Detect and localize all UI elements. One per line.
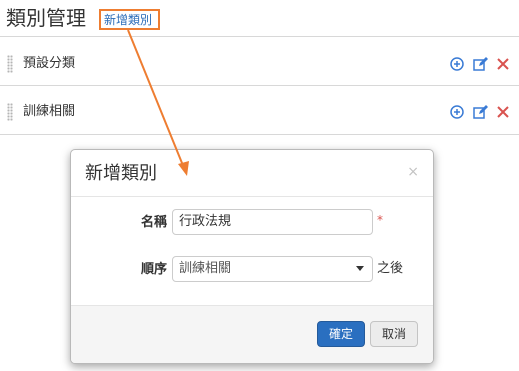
add-icon[interactable] [449, 56, 465, 72]
drag-handle-icon[interactable] [7, 103, 13, 121]
name-input[interactable]: 行政法規 [172, 209, 373, 235]
order-label: 順序 [140, 262, 167, 277]
category-row: 訓練相關 [0, 90, 519, 134]
chevron-down-icon [356, 266, 364, 271]
name-label: 名稱 [140, 215, 167, 230]
category-label: 預設分類 [23, 56, 76, 71]
modal-footer-divider [71, 305, 433, 306]
delete-icon[interactable] [495, 56, 511, 72]
category-row: 預設分類 [0, 42, 519, 86]
header-divider [0, 36, 519, 37]
modal-footer: 確定 取消 [71, 305, 433, 363]
modal-header-divider [71, 196, 433, 197]
order-select[interactable]: 訓練相關 [172, 256, 373, 282]
close-icon[interactable]: × [407, 164, 419, 180]
modal-title: 新增類別 [85, 163, 157, 184]
row-actions [447, 104, 511, 120]
required-marker: * [377, 213, 383, 227]
row-divider [0, 134, 519, 135]
delete-icon[interactable] [495, 104, 511, 120]
add-icon[interactable] [449, 104, 465, 120]
confirm-button[interactable]: 確定 [317, 321, 365, 347]
add-category-modal: 新增類別 × 名稱 行政法規 * 順序 訓練相關 之後 確定 取消 [70, 149, 434, 364]
add-category-link[interactable]: 新增類別 [104, 13, 152, 27]
row-divider [0, 85, 519, 86]
row-actions [447, 56, 511, 72]
order-select-value: 訓練相關 [179, 261, 232, 276]
edit-icon[interactable] [472, 104, 488, 120]
page-title: 類別管理 [6, 6, 86, 30]
category-label: 訓練相關 [23, 104, 76, 119]
drag-handle-icon[interactable] [7, 55, 13, 73]
cancel-button[interactable]: 取消 [370, 321, 418, 347]
order-suffix: 之後 [377, 261, 404, 276]
edit-icon[interactable] [472, 56, 488, 72]
